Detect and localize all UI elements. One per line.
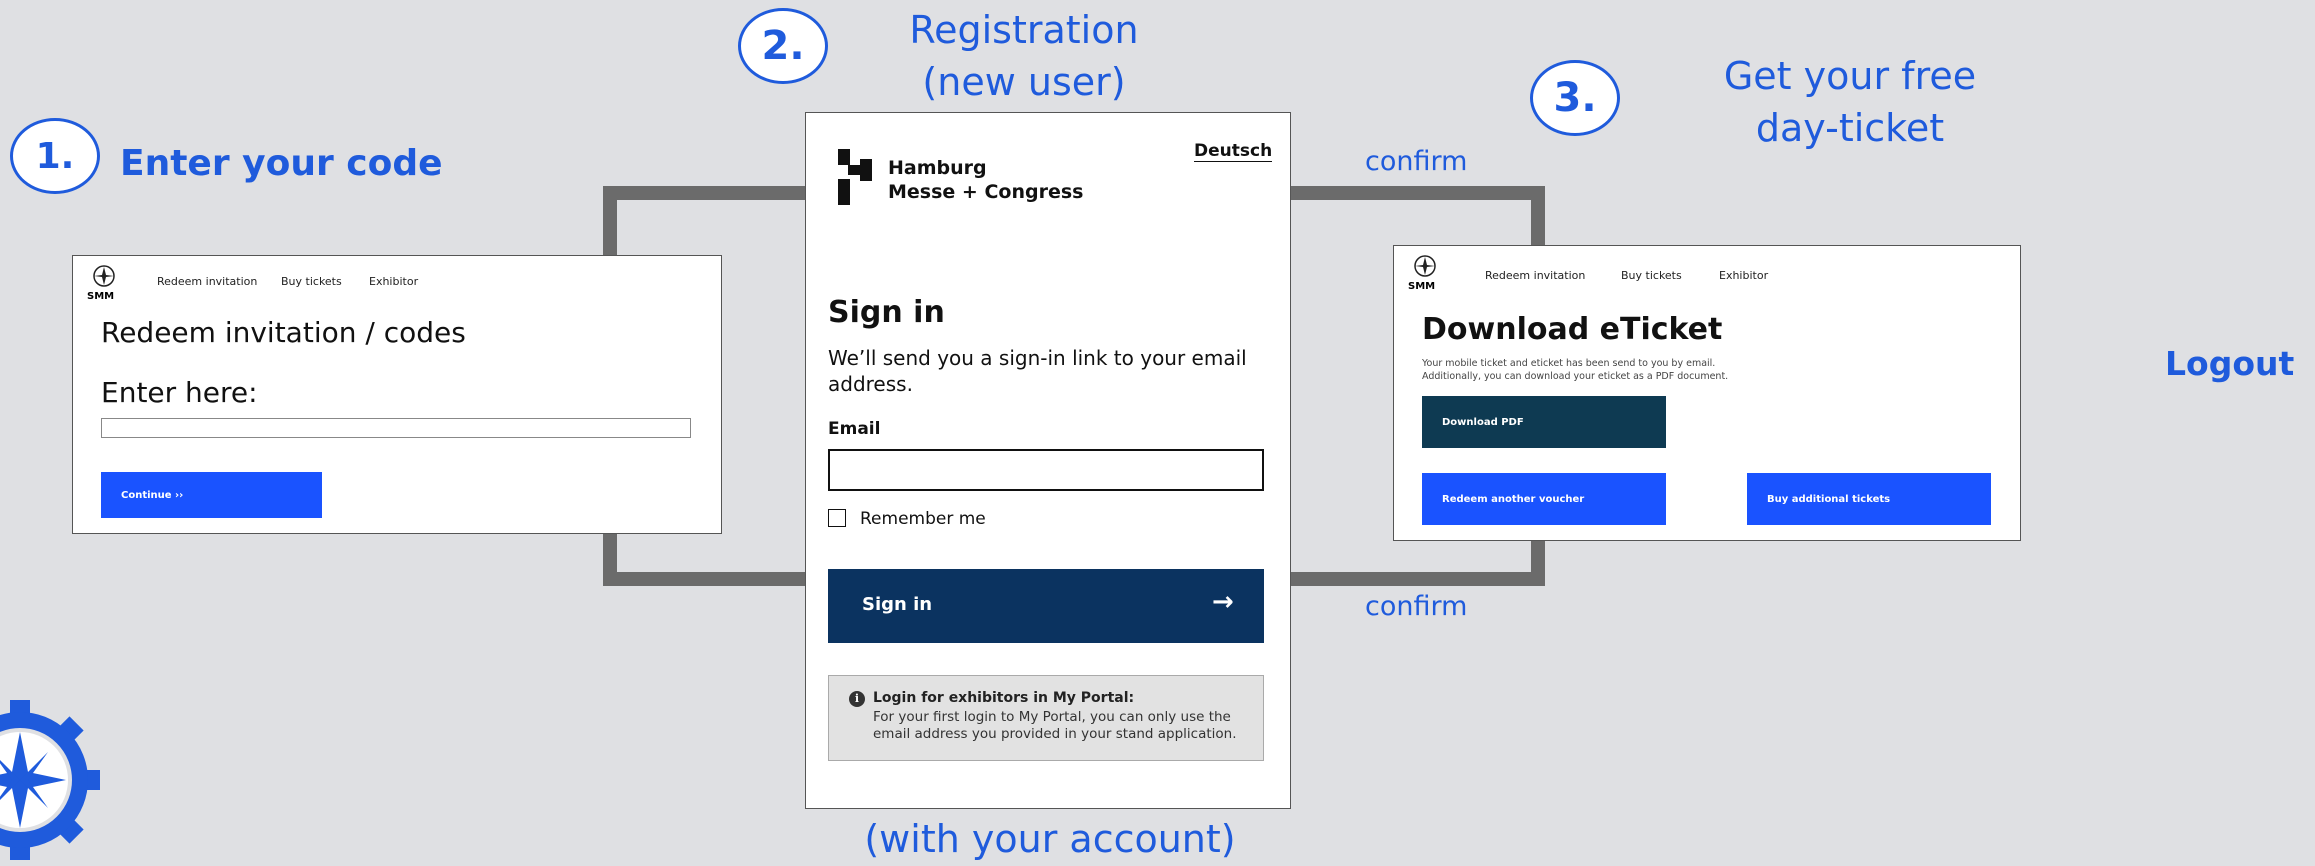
buy-additional-tickets-button[interactable]: Buy additional tickets — [1747, 473, 1991, 525]
language-switch-link[interactable]: Deutsch — [1194, 141, 1273, 162]
signin-title: Sign in — [828, 295, 945, 330]
remember-me-checkbox[interactable] — [828, 509, 846, 527]
redeem-panel: SMM Redeem invitation Buy tickets Exhibi… — [72, 255, 722, 534]
signin-button[interactable]: Sign in → — [828, 569, 1264, 643]
gear-compass-logo-icon — [0, 700, 100, 861]
redeem-title: Redeem invitation / codes — [101, 316, 466, 349]
exhibitor-info-box: i Login for exhibitors in My Portal: For… — [828, 675, 1264, 761]
email-label: Email — [828, 419, 881, 439]
nav-exhibitor[interactable]: Exhibitor — [1719, 269, 1768, 282]
signin-button-label: Sign in — [862, 594, 933, 615]
step-1-number: 1. — [35, 135, 75, 177]
nav-buy-tickets[interactable]: Buy tickets — [1621, 269, 1682, 282]
download-pdf-button[interactable]: Download PDF — [1422, 396, 1666, 448]
smm-logo-icon — [1410, 254, 1440, 278]
step-1-heading: Enter your code — [120, 143, 443, 184]
smm-logo-text: SMM — [1408, 281, 1436, 292]
step-2-circle: 2. — [738, 8, 828, 84]
nav-redeem-invitation[interactable]: Redeem invitation — [157, 275, 257, 288]
connector-right-vertical-top — [1531, 186, 1545, 246]
eticket-description-line1: Your mobile ticket and eticket has been … — [1422, 358, 1716, 369]
step-2-number: 2. — [761, 23, 805, 69]
connector-right-top — [1289, 186, 1545, 200]
enter-here-label: Enter here: — [101, 376, 258, 409]
info-icon: i — [849, 691, 865, 707]
connector-left-bottom — [603, 572, 807, 586]
signin-panel: Hamburg Messe + Congress Deutsch Sign in… — [805, 112, 1291, 809]
smm-logo-icon — [89, 264, 119, 288]
continue-button[interactable]: Continue ›› — [101, 472, 322, 518]
nav-redeem-invitation[interactable]: Redeem invitation — [1485, 269, 1585, 282]
info-text: For your first login to My Portal, you c… — [873, 709, 1237, 742]
redeem-another-voucher-button[interactable]: Redeem another voucher — [1422, 473, 1666, 525]
eticket-description-line2: Additionally, you can download your etic… — [1422, 371, 1729, 382]
info-title: Login for exhibitors in My Portal: — [873, 690, 1135, 706]
nav-buy-tickets[interactable]: Buy tickets — [281, 275, 342, 288]
eticket-panel: SMM Redeem invitation Buy tickets Exhibi… — [1393, 245, 2021, 541]
remember-me-label: Remember me — [860, 509, 986, 529]
connector-right-bottom — [1289, 572, 1545, 586]
brand-name-line1: Hamburg — [888, 157, 987, 179]
code-input[interactable] — [101, 418, 691, 438]
step-3-heading-line2: day-ticket — [1755, 106, 1945, 150]
confirm-label-bottom: confirm — [1365, 591, 1468, 622]
step-1-circle: 1. — [10, 118, 100, 194]
step-2-footer: (with your account) — [864, 817, 1236, 861]
step-3-heading-line1: Get your free — [1723, 54, 1977, 98]
step-3-circle: 3. — [1530, 60, 1620, 136]
connector-left-top — [603, 186, 807, 200]
hamburg-messe-logo-icon — [838, 149, 872, 205]
email-field[interactable] — [828, 449, 1264, 491]
arrow-right-icon: → — [1212, 587, 1234, 617]
brand-name-line2: Messe + Congress — [888, 181, 1084, 203]
step-2-heading-line1: Registration — [909, 8, 1139, 52]
smm-logo-text: SMM — [87, 291, 115, 302]
step-3-number: 3. — [1553, 75, 1597, 121]
connector-left-vertical-top — [603, 186, 617, 256]
signin-description: We’ll send you a sign-in link to your em… — [828, 346, 1247, 396]
step-2-heading-line2: (new user) — [922, 60, 1126, 104]
eticket-title: Download eTicket — [1422, 312, 1723, 347]
logout-link[interactable]: Logout — [2165, 344, 2294, 383]
nav-exhibitor[interactable]: Exhibitor — [369, 275, 418, 288]
confirm-label-top: confirm — [1365, 146, 1468, 177]
